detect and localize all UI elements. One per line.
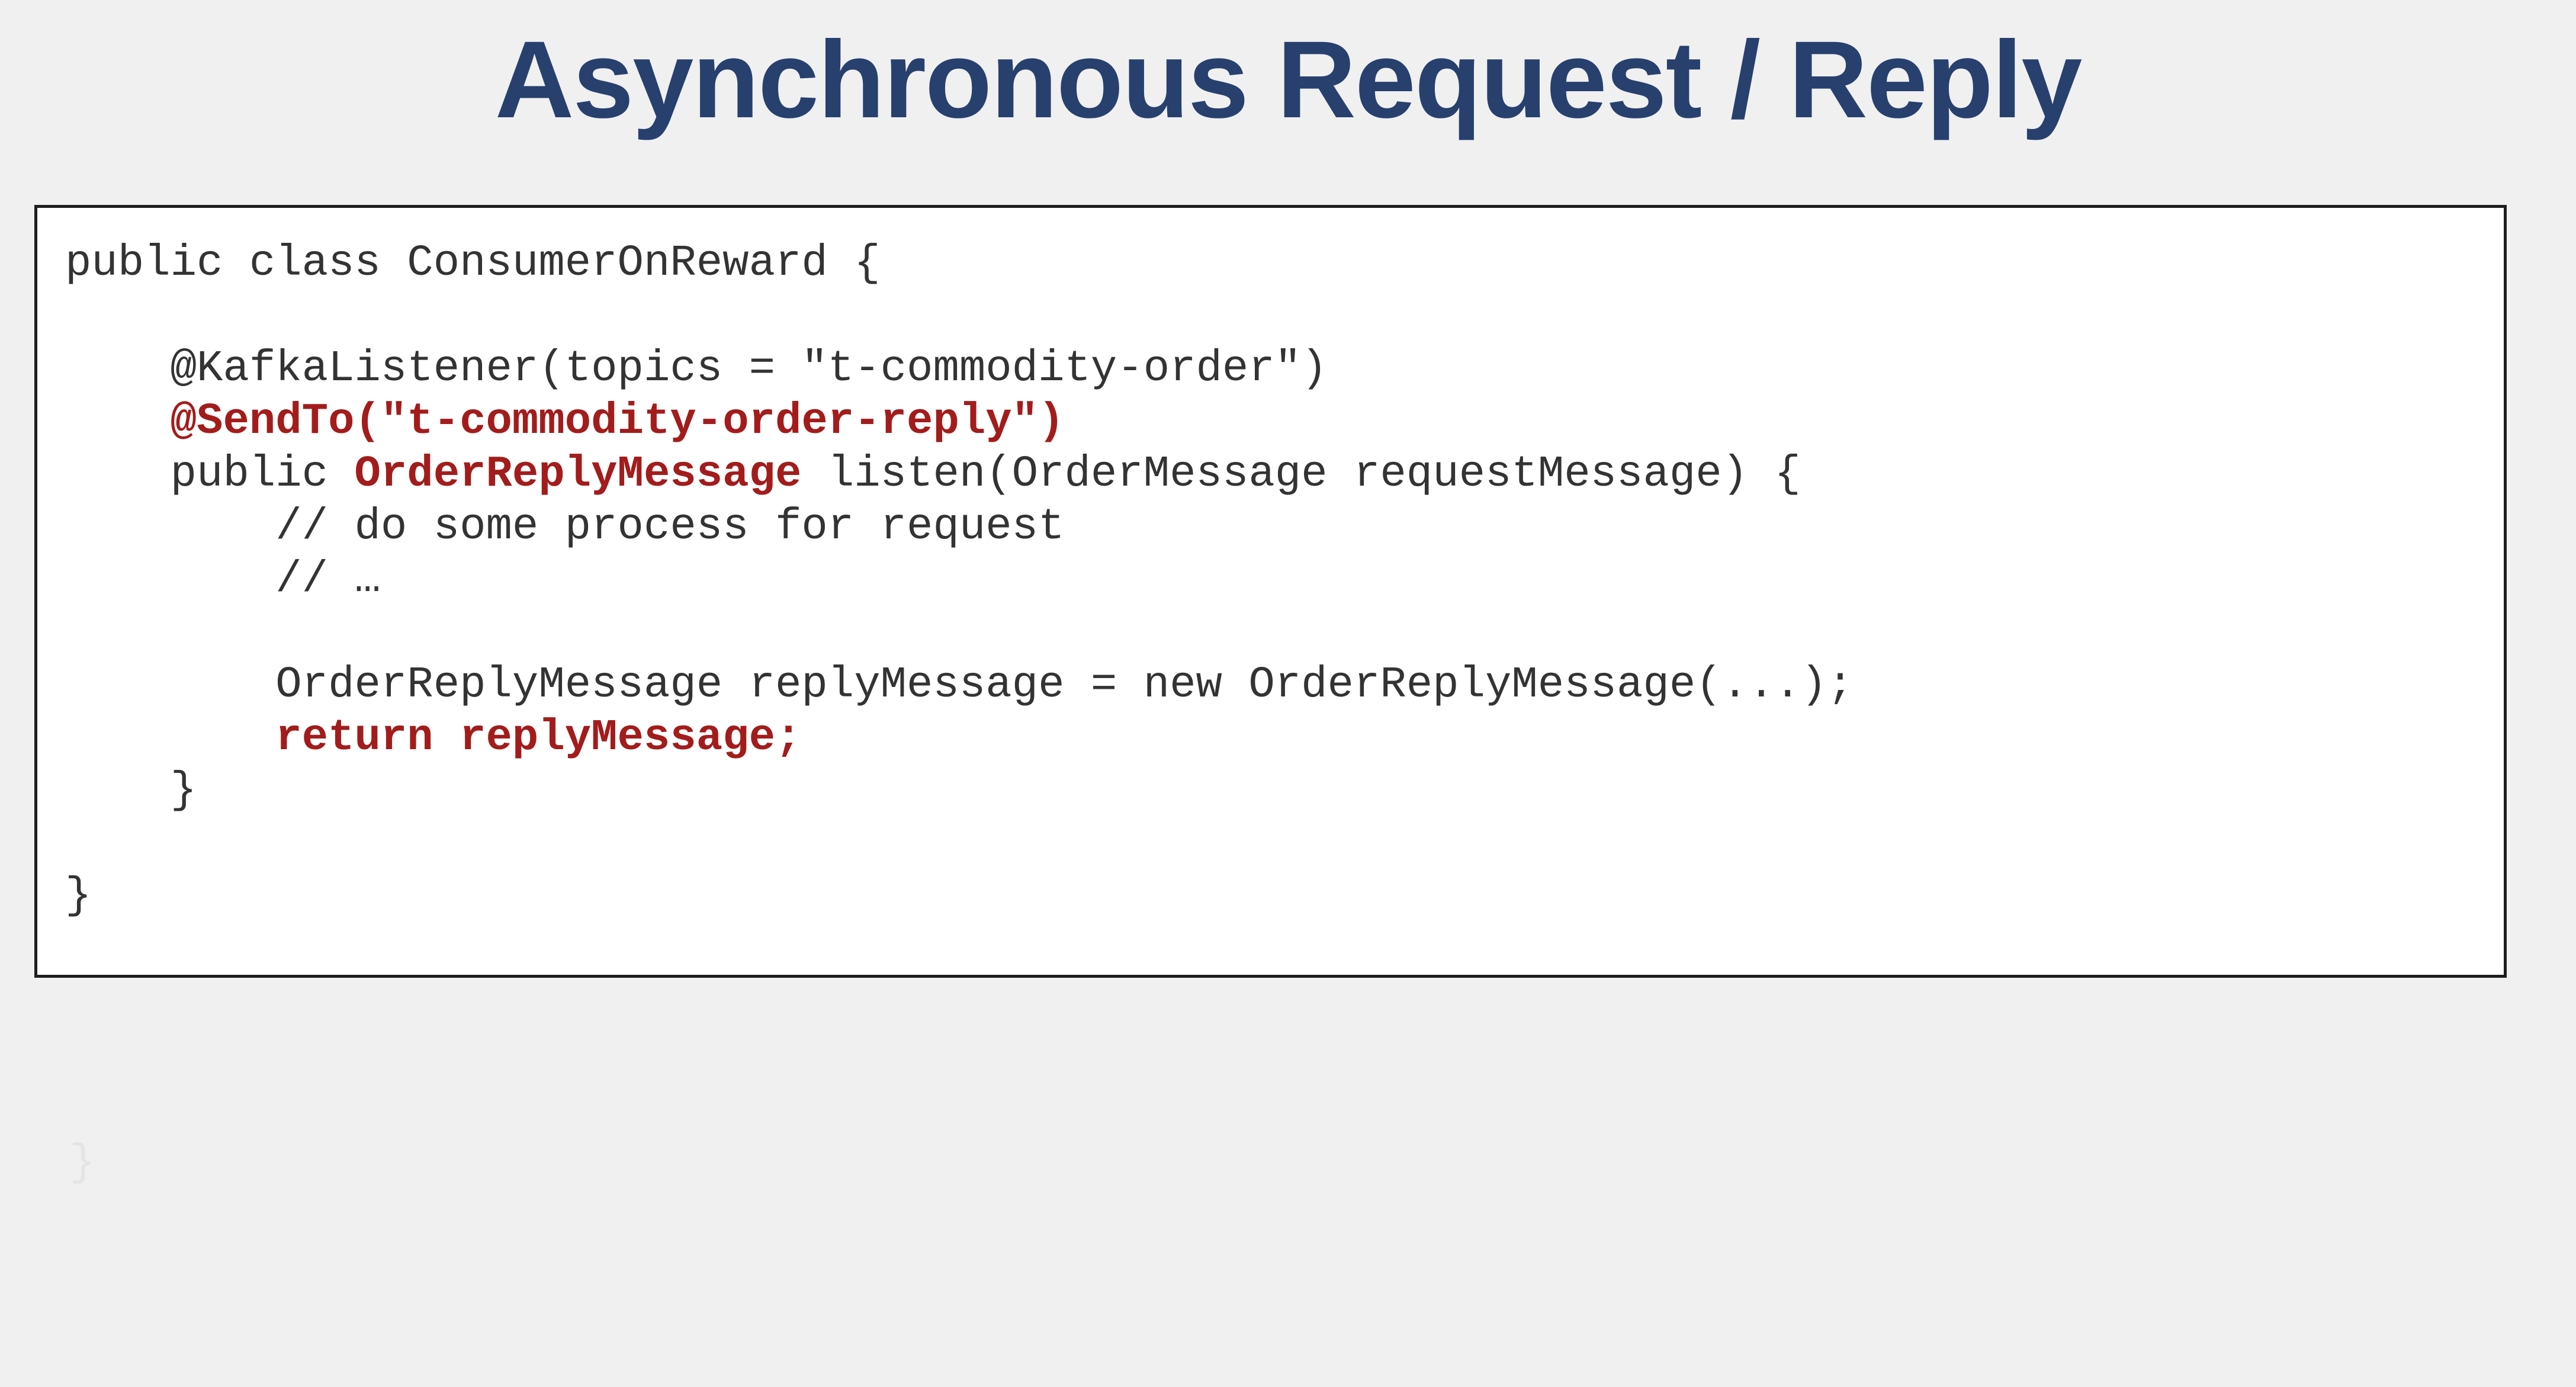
code-text: OrderReplyMessage replyMessage = new Ord… [65, 660, 1854, 710]
code-highlight: @SendTo("t-commodity-order-reply") [170, 397, 1065, 447]
code-text: // … [65, 555, 381, 605]
code-text: public [65, 450, 355, 499]
code-line: @SendTo("t-commodity-order-reply") [65, 396, 1854, 448]
code-line: } [65, 870, 1854, 923]
code-listing: public class ConsumerOnReward { @KafkaLi… [65, 237, 1854, 923]
code-line: // do some process for request [65, 501, 1854, 554]
code-highlight: return replyMessage; [275, 713, 802, 763]
code-text: } [65, 871, 92, 921]
code-line: return replyMessage; [65, 712, 1854, 765]
faded-brace-mark: } [69, 1138, 96, 1188]
code-text: public class ConsumerOnReward { [65, 239, 881, 288]
code-block: public class ConsumerOnReward { @KafkaLi… [34, 205, 2507, 978]
code-text: } [65, 766, 197, 815]
slide-title: Asynchronous Request / Reply [494, 19, 2082, 141]
code-line: @KafkaListener(topics = "t-commodity-ord… [65, 343, 1854, 396]
code-line: public class ConsumerOnReward { [65, 237, 1854, 290]
code-highlight: OrderReplyMessage [354, 450, 802, 499]
code-text: @KafkaListener(topics = "t-commodity-ord… [65, 344, 1328, 394]
code-line: // … [65, 554, 1854, 606]
code-line: public OrderReplyMessage listen(OrderMes… [65, 448, 1854, 501]
code-line: } [65, 765, 1854, 817]
code-text: listen(OrderMessage requestMessage) { [801, 450, 1801, 499]
code-text: // do some process for request [65, 502, 1065, 552]
code-line: OrderReplyMessage replyMessage = new Ord… [65, 659, 1854, 712]
